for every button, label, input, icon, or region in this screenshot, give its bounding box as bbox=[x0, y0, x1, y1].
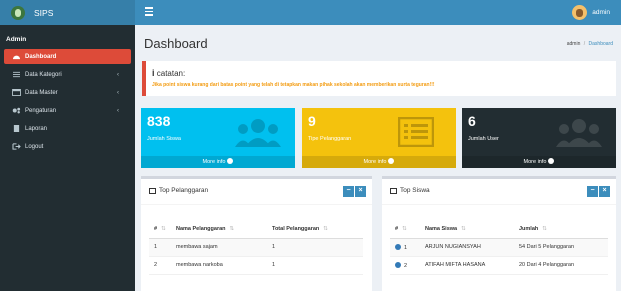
user-name: admin bbox=[592, 9, 610, 16]
column-header[interactable]: Total Pelanggaran ⇅ bbox=[267, 220, 363, 239]
sidebar-item-laporan[interactable]: Laporan bbox=[4, 121, 131, 136]
table-row: 2 ATIFAH MIFTA HASANA 20 Dari 4 Pelangga… bbox=[390, 256, 608, 275]
column-header[interactable]: # ⇅ bbox=[149, 220, 171, 239]
sidebar-item-label: Laporan bbox=[25, 125, 48, 132]
logout-icon bbox=[12, 143, 21, 150]
column-header[interactable]: Jumlah ⇅ bbox=[514, 220, 608, 239]
table-row: 1 ARJUN NUGIANSYAH 54 Dari 5 Pelanggaran bbox=[390, 238, 608, 257]
cell: 20 Dari 4 Pelanggaran bbox=[514, 256, 608, 275]
box-title: Top Pelanggaran bbox=[159, 187, 209, 194]
stat-label: Jumlah User bbox=[468, 136, 499, 142]
page-title: Dashboard bbox=[144, 36, 208, 51]
chevron-left-icon: ‹ bbox=[117, 107, 119, 114]
table-icon bbox=[390, 187, 397, 194]
app-logo-icon bbox=[11, 5, 25, 20]
column-header[interactable]: Nama Pelanggaran ⇅ bbox=[171, 220, 267, 239]
more-info-link[interactable]: More info bbox=[462, 156, 616, 168]
sidebar-item-pengaturan[interactable]: Pengaturan ‹ bbox=[4, 103, 131, 118]
sidebar-item-label: Dashboard bbox=[25, 53, 57, 60]
user-menu[interactable]: admin bbox=[572, 5, 610, 20]
arrow-circle-right-icon bbox=[548, 158, 555, 164]
list-alt-icon bbox=[398, 117, 434, 147]
expand-icon[interactable] bbox=[395, 243, 401, 250]
table-row: 2 membawa narkoba 1 bbox=[149, 256, 363, 275]
table-icon bbox=[12, 89, 21, 96]
stat-value: 838 bbox=[147, 113, 171, 129]
chevron-left-icon: ‹ bbox=[117, 71, 119, 78]
avatar bbox=[572, 5, 588, 20]
info-icon: i bbox=[152, 68, 155, 78]
stat-jumlah-user: 6 Jumlah User More info bbox=[462, 108, 616, 168]
cell: 1 bbox=[267, 238, 363, 257]
cell: membawa sajam bbox=[171, 238, 267, 257]
sidebar-item-data-kategori[interactable]: Data Kategori ‹ bbox=[4, 67, 131, 82]
arrow-circle-right-icon bbox=[388, 158, 395, 164]
menu-toggle-icon[interactable] bbox=[145, 7, 153, 16]
top-siswa-box: Top Siswa − × # ⇅ Nama Siswa ⇅ Jumlah ⇅ 1 A… bbox=[382, 176, 616, 291]
cell: 1 bbox=[267, 256, 363, 275]
callout-text: Jika point siswa kurang dari batas point… bbox=[152, 82, 435, 88]
sidebar-item-label: Data Master bbox=[25, 89, 58, 96]
callout-note: i catatan: Jika point siswa kurang dari … bbox=[142, 61, 616, 96]
close-button[interactable]: × bbox=[355, 186, 366, 197]
stat-value: 9 bbox=[308, 113, 316, 129]
stat-jumlah-siswa: 838 Jumlah Siswa More info bbox=[141, 108, 295, 168]
stat-label: Tipe Pelanggaran bbox=[308, 136, 352, 142]
sidebar-item-label: Logout bbox=[25, 143, 44, 150]
users-icon bbox=[556, 119, 602, 147]
table-row: 1 membawa sajam 1 bbox=[149, 238, 363, 257]
cell: membawa narkoba bbox=[171, 256, 267, 275]
box-title: Top Siswa bbox=[400, 187, 430, 194]
more-info-link[interactable]: More info bbox=[141, 156, 295, 168]
top-navbar: admin bbox=[135, 0, 621, 25]
table-icon bbox=[149, 187, 156, 194]
sidebar: SIPS Admin Dashboard Data Kategori ‹ Dat… bbox=[0, 0, 135, 291]
top-pelanggaran-box: Top Pelanggaran − × # ⇅ Nama Pelanggaran ⇅… bbox=[141, 176, 372, 291]
sidebar-item-logout[interactable]: Logout bbox=[4, 139, 131, 154]
stat-value: 6 bbox=[468, 113, 476, 129]
gears-icon bbox=[12, 107, 21, 114]
collapse-button[interactable]: − bbox=[343, 186, 354, 197]
document-icon bbox=[13, 125, 20, 132]
top-siswa-table: # ⇅ Nama Siswa ⇅ Jumlah ⇅ 1 ARJUN NUGIANSYA… bbox=[390, 220, 608, 275]
cell: ARJUN NUGIANSYAH bbox=[420, 238, 514, 257]
cell[interactable]: 2 bbox=[390, 256, 420, 275]
breadcrumb-item[interactable]: admin bbox=[567, 41, 581, 47]
collapse-button[interactable]: − bbox=[587, 186, 598, 197]
chevron-left-icon: ‹ bbox=[117, 89, 119, 96]
expand-icon[interactable] bbox=[395, 261, 401, 268]
breadcrumb: admin / Dashboard bbox=[566, 41, 613, 47]
list-icon bbox=[13, 71, 20, 78]
brand[interactable]: SIPS bbox=[0, 0, 135, 25]
sidebar-item-label: Data Kategori bbox=[25, 71, 62, 78]
cell: 1 bbox=[149, 238, 171, 257]
more-info-link[interactable]: More info bbox=[302, 156, 456, 168]
sidebar-item-dashboard[interactable]: Dashboard bbox=[4, 49, 131, 64]
sidebar-item-label: Pengaturan bbox=[25, 107, 57, 114]
column-header[interactable]: # ⇅ bbox=[390, 220, 420, 239]
cell: 54 Dari 5 Pelanggaran bbox=[514, 238, 608, 257]
close-button[interactable]: × bbox=[599, 186, 610, 197]
stat-label: Jumlah Siswa bbox=[147, 136, 181, 142]
column-header[interactable]: Nama Siswa ⇅ bbox=[420, 220, 514, 239]
cell[interactable]: 1 bbox=[390, 238, 420, 257]
sidebar-header: Admin bbox=[6, 36, 27, 43]
stat-tipe-pelanggaran: 9 Tipe Pelanggaran More info bbox=[302, 108, 456, 168]
cell: ATIFAH MIFTA HASANA bbox=[420, 256, 514, 275]
cell: 2 bbox=[149, 256, 171, 275]
sidebar-item-data-master[interactable]: Data Master ‹ bbox=[4, 85, 131, 100]
users-icon bbox=[235, 119, 281, 147]
app-name: SIPS bbox=[34, 7, 54, 18]
callout-title: catatan: bbox=[156, 69, 186, 78]
breadcrumb-item-active: Dashboard bbox=[588, 41, 613, 47]
arrow-circle-right-icon bbox=[227, 158, 234, 164]
top-pelanggaran-table: # ⇅ Nama Pelanggaran ⇅ Total Pelanggaran ⇅ … bbox=[149, 220, 363, 275]
dashboard-icon bbox=[13, 55, 20, 60]
